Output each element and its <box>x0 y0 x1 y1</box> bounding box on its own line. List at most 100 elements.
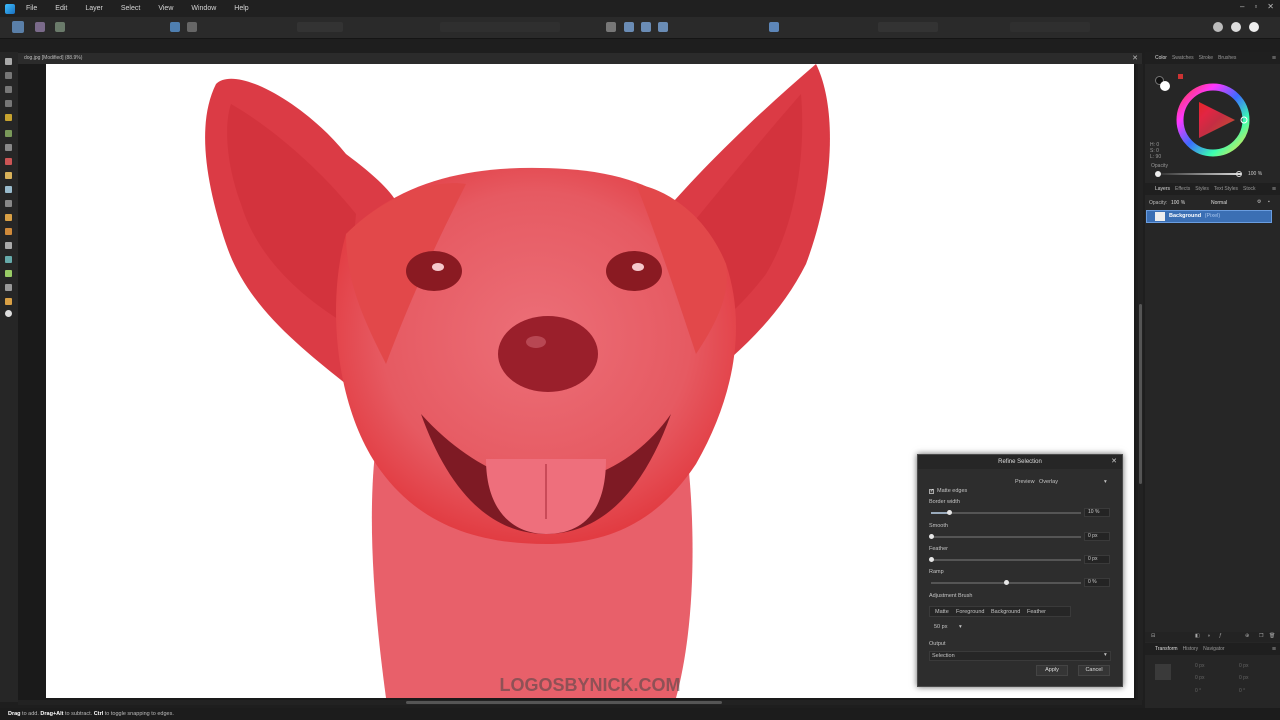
refine-options-group[interactable] <box>1010 22 1090 32</box>
matte-edges-checkbox[interactable]: ✓ <box>929 489 934 494</box>
feather-slider-knob[interactable] <box>929 557 934 562</box>
quick-mask-group[interactable] <box>878 22 938 32</box>
blur-icon[interactable] <box>5 242 12 249</box>
hand-icon[interactable] <box>5 298 12 305</box>
opacity-slider[interactable] <box>1159 173 1241 175</box>
color-picker-icon[interactable] <box>5 172 12 179</box>
duplicate-icon[interactable]: ❐ <box>1259 633 1263 639</box>
horizontal-scrollbar[interactable] <box>18 700 1142 705</box>
text-icon[interactable] <box>5 284 12 291</box>
output-select[interactable] <box>929 651 1111 661</box>
tab-effects[interactable]: Effects <box>1175 186 1190 192</box>
tab-color[interactable]: Color <box>1155 55 1167 61</box>
smooth-slider-knob[interactable] <box>929 534 934 539</box>
border-width-slider-knob[interactable] <box>947 510 952 515</box>
tab-stock[interactable]: Stock <box>1243 186 1256 192</box>
feather-value[interactable]: 0 px <box>1084 555 1110 564</box>
layer-row-background[interactable]: Background (Pixel) <box>1146 210 1272 223</box>
arrange-icon[interactable] <box>606 22 616 32</box>
cancel-button[interactable]: Cancel <box>1078 665 1110 676</box>
lasso-icon[interactable] <box>5 114 12 121</box>
vertical-scrollbar[interactable] <box>1138 64 1143 700</box>
panel-menu-icon[interactable]: ≡ <box>1272 55 1276 62</box>
settings-icon[interactable] <box>187 22 197 32</box>
minimize-icon[interactable]: – <box>1240 2 1244 11</box>
border-width-slider[interactable] <box>931 512 1081 514</box>
add-layer-icon[interactable]: ⊕ <box>1245 633 1249 639</box>
maximize-icon[interactable]: ▫ <box>1254 2 1257 11</box>
tab-navigator[interactable]: Navigator <box>1203 646 1224 652</box>
background-color-swatch[interactable] <box>1160 81 1170 91</box>
delete-layer-icon[interactable]: 🗑 <box>1269 633 1275 639</box>
tab-history[interactable]: History <box>1183 646 1199 652</box>
align-right-icon[interactable] <box>658 22 668 32</box>
transform-y-field[interactable]: 0 px <box>1239 663 1248 669</box>
color-opacity-value[interactable]: 100 % <box>1248 171 1262 177</box>
layer-settings-icon[interactable]: ⚙ <box>1257 199 1261 205</box>
dodge-icon[interactable] <box>5 214 12 221</box>
rectangle-marquee-icon[interactable] <box>5 86 12 93</box>
brush-mode-foreground[interactable]: Foreground <box>956 609 984 615</box>
menu-file[interactable]: File <box>23 5 40 12</box>
move-tool-icon[interactable] <box>5 58 12 65</box>
smooth-value[interactable]: 0 px <box>1084 532 1110 541</box>
menu-layer[interactable]: Layer <box>82 5 106 12</box>
transform-rotation-field[interactable]: 0 ° <box>1195 688 1201 694</box>
menu-select[interactable]: Select <box>118 5 143 12</box>
menu-view[interactable]: View <box>155 5 176 12</box>
close-dialog-icon[interactable]: ✕ <box>1111 457 1117 465</box>
blend-mode-select[interactable]: Normal <box>1211 200 1227 206</box>
apply-button[interactable]: Apply <box>1036 665 1068 676</box>
selection-mode-group[interactable] <box>297 22 343 32</box>
panel-menu-icon[interactable]: ≡ <box>1272 646 1276 653</box>
border-width-value[interactable]: 10 % <box>1084 508 1110 517</box>
menu-window[interactable]: Window <box>188 5 219 12</box>
tab-stroke[interactable]: Stroke <box>1199 55 1213 61</box>
lock-icon[interactable]: ▪ <box>1268 199 1270 205</box>
feather-slider[interactable] <box>931 559 1081 561</box>
tab-layers[interactable]: Layers <box>1155 186 1170 192</box>
chevron-down-icon[interactable]: ▾ <box>1104 479 1107 485</box>
fx-icon[interactable]: ƒ <box>1219 633 1222 639</box>
pen-icon[interactable] <box>5 256 12 263</box>
panel-menu-icon[interactable]: ≡ <box>1272 186 1276 193</box>
anchor-selector[interactable] <box>1155 664 1171 680</box>
snapping-icon[interactable] <box>769 22 779 32</box>
align-center-icon[interactable] <box>641 22 651 32</box>
clone-icon[interactable] <box>5 200 12 207</box>
opacity-slider-knob[interactable] <box>1155 171 1161 177</box>
paint-brush-icon[interactable] <box>5 158 12 165</box>
brush-mode-matte[interactable]: Matte <box>935 609 949 615</box>
chevron-down-icon[interactable]: ▾ <box>1104 652 1107 658</box>
tab-styles[interactable]: Styles <box>1195 186 1209 192</box>
zoom-icon[interactable] <box>5 310 12 317</box>
chevron-down-icon[interactable]: ▾ <box>959 624 962 630</box>
tab-brushes[interactable]: Brushes <box>1218 55 1236 61</box>
transform-x-field[interactable]: 0 px <box>1195 663 1204 669</box>
transform-shear-field[interactable]: 0 ° <box>1239 688 1245 694</box>
assistant-icon[interactable] <box>170 22 180 32</box>
tab-swatches[interactable]: Swatches <box>1172 55 1194 61</box>
brush-mode-feather[interactable]: Feather <box>1027 609 1046 615</box>
burn-icon[interactable] <box>5 228 12 235</box>
align-left-icon[interactable] <box>624 22 634 32</box>
close-document-icon[interactable]: ✕ <box>1132 53 1138 64</box>
ramp-value[interactable]: 0 % <box>1084 578 1110 587</box>
menu-help[interactable]: Help <box>231 5 251 12</box>
menu-edit[interactable]: Edit <box>52 5 70 12</box>
persona-photo-icon[interactable] <box>12 21 24 33</box>
layer-options-icon[interactable]: ⊟ <box>1151 633 1155 639</box>
preview-mode-select[interactable]: Overlay <box>1039 479 1058 485</box>
selection-brush-icon[interactable] <box>5 130 12 137</box>
toolbar-options-group[interactable] <box>440 22 560 32</box>
document-tab[interactable]: dog.jpg [Modified] (88.9%) ✕ <box>18 53 1142 64</box>
share-icon[interactable] <box>55 22 65 32</box>
adjustment-icon[interactable]: ◑ <box>1207 633 1210 639</box>
crop-icon[interactable] <box>5 144 12 151</box>
mask-icon[interactable]: ◧ <box>1195 633 1200 639</box>
pixel-view-icon[interactable] <box>1249 22 1259 32</box>
ramp-slider-knob[interactable] <box>1004 580 1009 585</box>
persona-liquify-icon[interactable] <box>35 22 45 32</box>
layer-opacity-value[interactable]: 100 % <box>1171 200 1185 206</box>
fill-icon[interactable] <box>5 186 12 193</box>
